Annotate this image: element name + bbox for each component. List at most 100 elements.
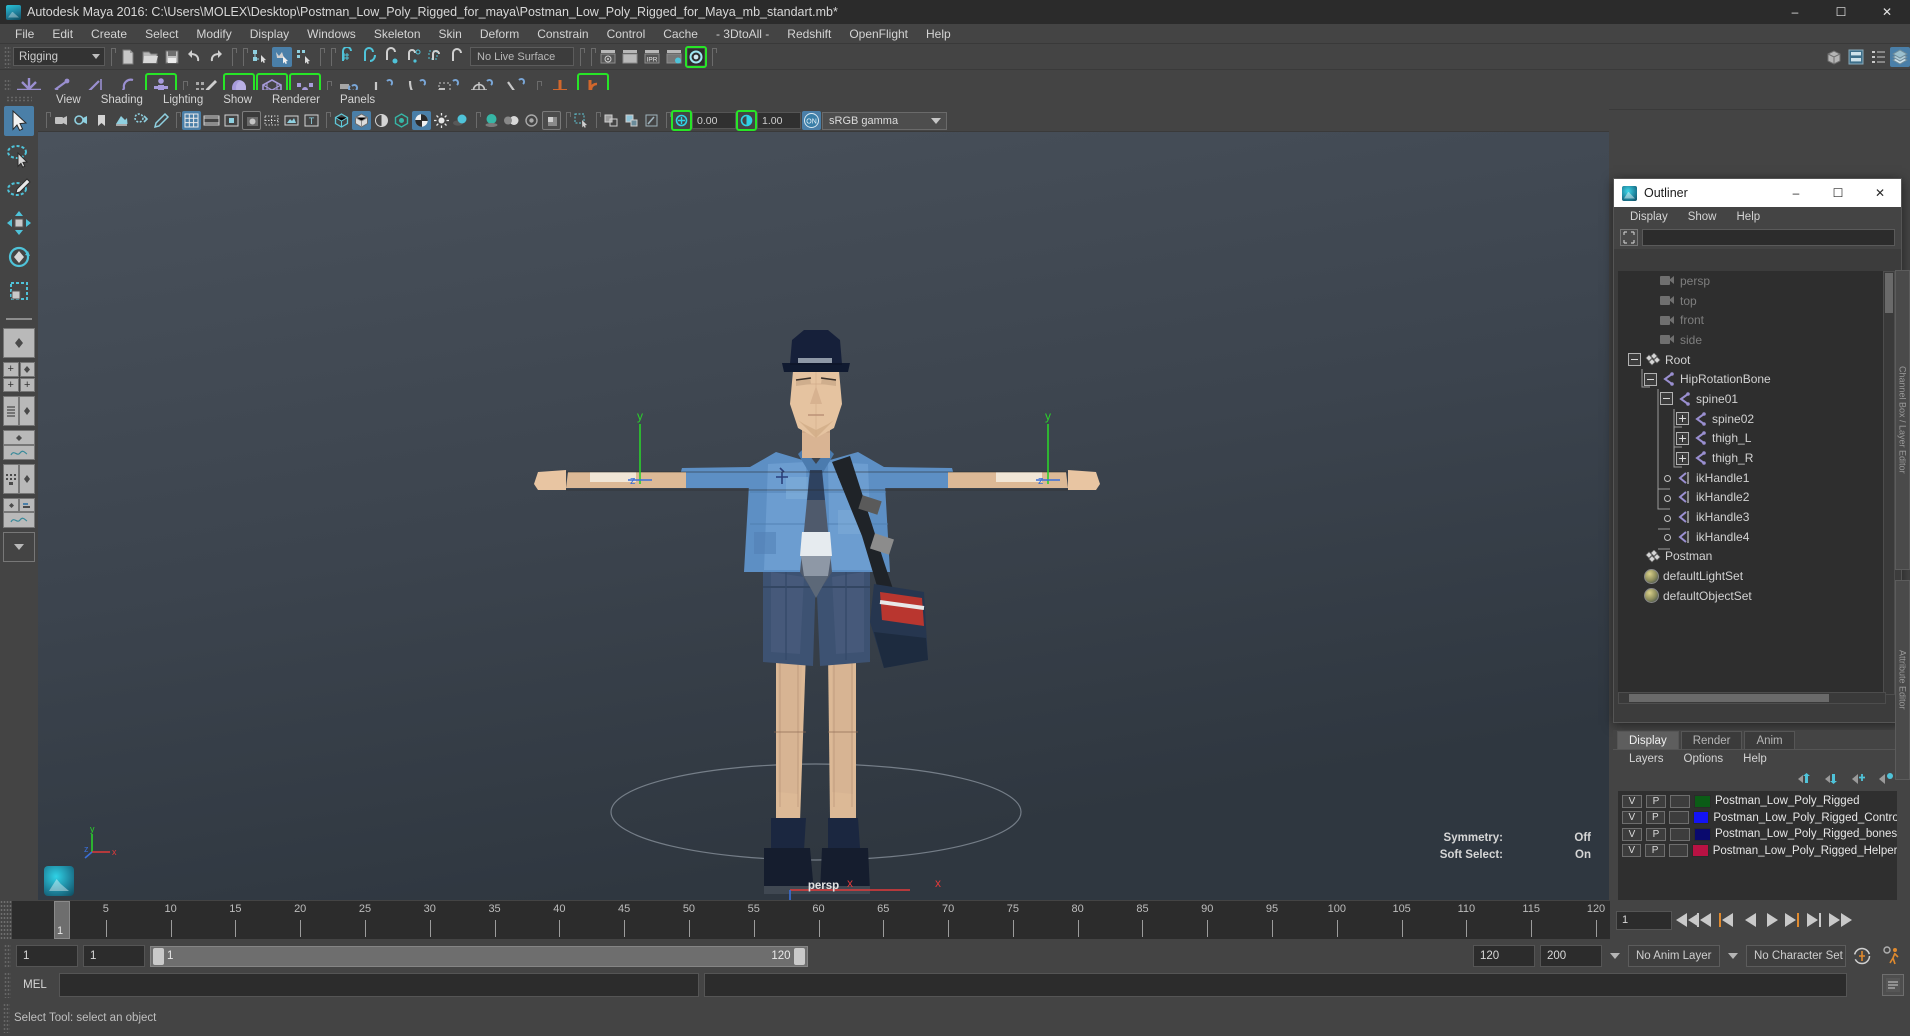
persp-graph-editor-layout[interactable] bbox=[3, 430, 35, 460]
outliner-item-root[interactable]: Root bbox=[1618, 350, 1886, 370]
outliner-menu-show[interactable]: Show bbox=[1678, 207, 1727, 227]
menu-set-selector[interactable]: Rigging bbox=[13, 47, 105, 66]
outliner-item-persp[interactable]: persp bbox=[1618, 271, 1886, 291]
layer-type-toggle[interactable] bbox=[1669, 811, 1689, 825]
snap-to-curve-icon[interactable] bbox=[360, 46, 380, 67]
command-language-label[interactable]: MEL bbox=[16, 979, 54, 991]
textured-icon[interactable] bbox=[412, 111, 431, 130]
move-layer-down-icon[interactable] bbox=[1824, 772, 1840, 785]
show-hide-channel-box-icon[interactable] bbox=[1890, 46, 1910, 67]
go-to-start-icon[interactable] bbox=[1675, 911, 1699, 930]
outliner-item-spine02[interactable]: spine02 bbox=[1618, 409, 1886, 429]
field-chart-icon[interactable] bbox=[262, 111, 281, 130]
viewport-menu-panels[interactable]: Panels bbox=[330, 90, 385, 110]
playback-end-field[interactable]: 120 bbox=[1473, 945, 1535, 967]
show-hide-attribute-editor-icon[interactable] bbox=[1846, 47, 1866, 67]
display-layer-list[interactable]: V P Postman_Low_Poly_Rigged V P Postman_Low_P… bbox=[1618, 791, 1897, 903]
character-set-selector[interactable]: No Character Set bbox=[1746, 945, 1846, 967]
new-layer-icon[interactable] bbox=[1878, 772, 1894, 785]
collapse-icon[interactable] bbox=[1660, 392, 1673, 406]
anim-layer-selector[interactable]: No Anim Layer bbox=[1628, 945, 1720, 967]
maximize-button[interactable]: ☐ bbox=[1818, 0, 1864, 24]
step-forward-keyframe-icon[interactable] bbox=[1807, 911, 1826, 930]
collapse-icon[interactable] bbox=[1628, 353, 1641, 367]
display-layer-row[interactable]: V P Postman_Low_Poly_Rigged_Control bbox=[1618, 810, 1897, 827]
layer-type-toggle[interactable] bbox=[1669, 827, 1690, 841]
grease-pencil-icon[interactable] bbox=[152, 111, 171, 130]
outliner-item-side[interactable]: side bbox=[1618, 330, 1886, 350]
display-layer-row[interactable]: V P Postman_Low_Poly_Rigged bbox=[1618, 793, 1897, 810]
redo-icon[interactable] bbox=[206, 47, 226, 67]
minimize-button[interactable]: – bbox=[1772, 0, 1818, 24]
menu-3dtoall[interactable]: - 3DtoAll - bbox=[707, 24, 778, 44]
layer-menu-options[interactable]: Options bbox=[1674, 749, 1734, 769]
layer-playback-toggle[interactable]: P bbox=[1645, 827, 1666, 841]
menu-cache[interactable]: Cache bbox=[654, 24, 707, 44]
grid-toggle-icon[interactable] bbox=[182, 111, 201, 130]
film-gate-icon[interactable] bbox=[202, 111, 221, 130]
menu-file[interactable]: File bbox=[6, 24, 43, 44]
screen-space-ao-icon[interactable] bbox=[482, 111, 501, 130]
outliner-item-ikhandle4[interactable]: ikHandle4 bbox=[1618, 527, 1886, 547]
xray-active-components-icon[interactable] bbox=[642, 111, 661, 130]
scale-tool[interactable] bbox=[4, 276, 34, 306]
menu-help[interactable]: Help bbox=[917, 24, 960, 44]
viewport-menu-shading[interactable]: Shading bbox=[91, 90, 153, 110]
move-tool[interactable] bbox=[4, 208, 34, 238]
show-hide-tool-settings-icon[interactable] bbox=[1868, 47, 1888, 67]
close-button[interactable]: ✕ bbox=[1864, 0, 1910, 24]
show-hide-modeling-toolkit-icon[interactable] bbox=[1824, 47, 1844, 67]
isolate-select-icon[interactable] bbox=[572, 111, 591, 130]
layer-color-swatch[interactable] bbox=[1692, 844, 1709, 858]
xray-icon[interactable] bbox=[602, 111, 621, 130]
current-frame-field[interactable]: 1 bbox=[1616, 910, 1672, 930]
outliner-close-button[interactable]: ✕ bbox=[1859, 179, 1901, 207]
expand-icon[interactable] bbox=[1676, 412, 1689, 426]
menu-constrain[interactable]: Constrain bbox=[528, 24, 597, 44]
layer-menu-layers[interactable]: Layers bbox=[1619, 749, 1674, 769]
scrollbar-thumb[interactable] bbox=[1885, 273, 1893, 313]
layer-visibility-toggle[interactable]: V bbox=[1622, 827, 1642, 841]
tab-anim[interactable]: Anim bbox=[1744, 731, 1795, 749]
outliner-maximize-button[interactable]: ☐ bbox=[1817, 179, 1859, 207]
menu-create[interactable]: Create bbox=[82, 24, 136, 44]
layer-menu-help[interactable]: Help bbox=[1733, 749, 1777, 769]
menu-skin[interactable]: Skin bbox=[430, 24, 471, 44]
time-slider[interactable]: 1 5 10 15 20 25 30 35 40 45 50 55 60 65 70 75 80 85 90 95 1… bbox=[12, 901, 1610, 939]
outliner-item-defaultlightset[interactable]: defaultLightSet bbox=[1618, 566, 1886, 586]
select-camera-icon[interactable] bbox=[52, 111, 71, 130]
snap-to-projected-center-icon[interactable] bbox=[404, 47, 424, 67]
menu-skeleton[interactable]: Skeleton bbox=[365, 24, 430, 44]
outliner-item-front[interactable]: front bbox=[1618, 310, 1886, 330]
range-end-handle[interactable] bbox=[793, 947, 805, 965]
outliner-minimize-button[interactable]: – bbox=[1775, 179, 1817, 207]
layer-type-toggle[interactable] bbox=[1668, 844, 1689, 858]
undo-icon[interactable] bbox=[184, 47, 204, 67]
layer-playback-toggle[interactable]: P bbox=[1646, 794, 1666, 808]
persp-hypershade-layout[interactable] bbox=[3, 464, 35, 494]
use-default-material-icon[interactable] bbox=[392, 111, 411, 130]
statusline-grip[interactable] bbox=[4, 45, 11, 68]
layer-color-swatch[interactable] bbox=[1694, 794, 1711, 808]
make-live-icon[interactable] bbox=[448, 47, 468, 67]
render-region-icon[interactable] bbox=[620, 47, 640, 67]
scrollbar-thumb[interactable] bbox=[1629, 694, 1829, 702]
select-by-hierarchy-icon[interactable] bbox=[250, 47, 270, 67]
color-management-selector[interactable]: sRGB gamma bbox=[822, 111, 947, 130]
live-surface-field[interactable]: No Live Surface bbox=[470, 47, 574, 66]
outliner-menu-help[interactable]: Help bbox=[1727, 207, 1771, 227]
viewport-menu-lighting[interactable]: Lighting bbox=[153, 90, 213, 110]
menu-redshift[interactable]: Redshift bbox=[778, 24, 840, 44]
anim-start-field[interactable]: 1 bbox=[16, 945, 78, 967]
gamma-icon[interactable] bbox=[736, 110, 757, 131]
gate-mask-icon[interactable] bbox=[242, 111, 261, 130]
layer-type-toggle[interactable] bbox=[1670, 794, 1690, 808]
image-plane-icon[interactable] bbox=[112, 111, 131, 130]
display-layer-row[interactable]: V P Postman_Low_Poly_Rigged_Helpers bbox=[1618, 843, 1897, 860]
go-to-end-icon[interactable] bbox=[1829, 911, 1852, 930]
time-slider-playhead[interactable]: 1 bbox=[54, 901, 70, 939]
layer-visibility-toggle[interactable]: V bbox=[1622, 844, 1642, 858]
snap-to-view-plane-icon[interactable] bbox=[426, 47, 446, 67]
safe-action-icon[interactable] bbox=[282, 111, 301, 130]
outliner-vertical-scrollbar[interactable] bbox=[1883, 271, 1895, 695]
